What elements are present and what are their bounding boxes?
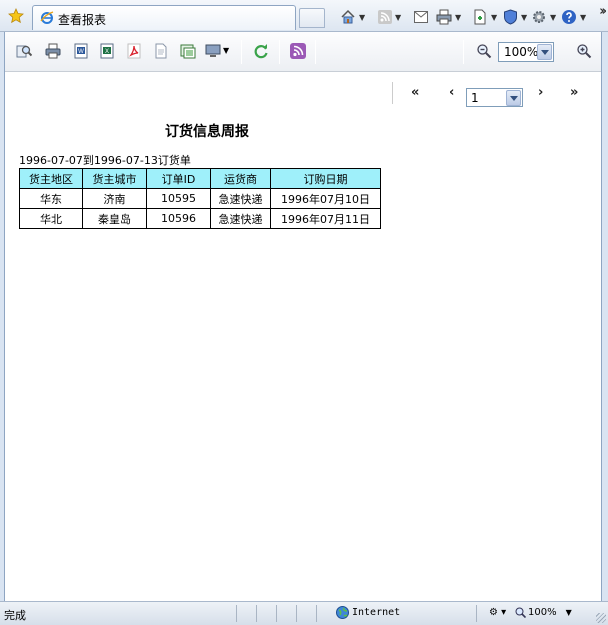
- svg-text:X: X: [105, 49, 109, 55]
- feeds-button[interactable]: ▼: [378, 8, 401, 26]
- rss-report-icon[interactable]: [290, 43, 306, 59]
- export-excel-icon[interactable]: X: [99, 43, 115, 59]
- last-page-button[interactable]: »: [570, 85, 578, 100]
- safety-menu-button[interactable]: ▼: [503, 8, 527, 26]
- new-tab-button[interactable]: [299, 8, 325, 28]
- find-icon[interactable]: [16, 43, 32, 59]
- print-report-icon[interactable]: [45, 43, 61, 59]
- zone-label: Internet: [352, 607, 401, 618]
- zoom-select-value: 100%: [504, 45, 539, 59]
- table-cell: 急速快递: [210, 188, 271, 209]
- table-cell: 华东: [19, 188, 83, 209]
- zoom-select-arrow[interactable]: [537, 44, 552, 60]
- resize-grip[interactable]: [596, 613, 606, 623]
- column-header: 货主城市: [82, 168, 147, 189]
- home-icon: [341, 9, 355, 24]
- previous-page-button[interactable]: ‹: [449, 85, 454, 100]
- refresh-icon[interactable]: [253, 43, 269, 59]
- browser-tab[interactable]: 查看报表: [32, 5, 296, 30]
- table-row: 华东 济南 10595 急速快递 1996年07月10日: [19, 188, 381, 209]
- tab-title: 查看报表: [58, 13, 107, 27]
- zoom-select[interactable]: 100%: [498, 42, 554, 62]
- home-button[interactable]: ▼: [340, 8, 365, 26]
- globe-icon: [336, 606, 349, 619]
- shield-icon: [504, 9, 517, 25]
- column-header: 订购日期: [270, 168, 381, 189]
- status-zoom-icon: [515, 607, 526, 618]
- page-select-arrow[interactable]: [506, 90, 521, 106]
- favorites-star-icon[interactable]: [8, 8, 24, 24]
- status-text: 完成: [4, 609, 26, 622]
- table-cell: 急速快递: [210, 208, 271, 229]
- report-pager: « ‹ 1 › »: [5, 72, 601, 108]
- gear-icon: [533, 11, 545, 23]
- table-cell: 济南: [82, 188, 147, 209]
- help-icon: [562, 10, 576, 24]
- status-zoom-label: 100%: [528, 607, 557, 618]
- printer-icon: [436, 9, 452, 25]
- export-image-icon[interactable]: [180, 43, 196, 59]
- column-header: 货主地区: [19, 168, 83, 189]
- status-bar: 完成 Internet ⚙ ▾ 100% ▼: [0, 601, 608, 625]
- report-date-range: 1996-07-07到1996-07-13订货单: [19, 154, 191, 167]
- status-zoom-button[interactable]: 100% ▼: [515, 607, 572, 618]
- export-menu-icon[interactable]: [205, 43, 221, 59]
- first-page-button[interactable]: «: [411, 85, 419, 100]
- table-cell: 秦皇岛: [82, 208, 147, 229]
- export-pdf-icon[interactable]: [126, 43, 142, 59]
- tools-menu-button[interactable]: ▼: [531, 8, 556, 26]
- report-title: 订货信息周报: [165, 124, 249, 140]
- table-cell: 10596: [146, 208, 211, 229]
- more-commands-chevron[interactable]: ››: [599, 4, 607, 19]
- page-icon: [474, 9, 486, 25]
- mail-icon: [414, 11, 428, 23]
- orders-table: 货主地区 货主城市 订单ID 运货商 订购日期 华东 济南 10595 急速快递…: [19, 168, 381, 229]
- page-menu-button[interactable]: ▼: [472, 8, 497, 26]
- table-header-row: 货主地区 货主城市 订单ID 运货商 订购日期: [19, 168, 381, 189]
- next-page-button[interactable]: ›: [538, 85, 543, 100]
- export-word-icon[interactable]: W: [73, 43, 89, 59]
- page-number-select[interactable]: 1: [466, 88, 523, 107]
- page-number-value: 1: [471, 91, 479, 105]
- rss-feed-icon: [378, 10, 392, 24]
- svg-text:W: W: [78, 49, 84, 55]
- table-cell: 华北: [19, 208, 83, 229]
- print-button[interactable]: ▼: [436, 8, 461, 26]
- ie-page-icon: [40, 11, 54, 24]
- browser-command-bar: 查看报表 ▼ ▼ ▼ ▼ ▼ ▼ ▼ ››: [0, 0, 608, 32]
- table-row: 华北 秦皇岛 10596 急速快递 1996年07月11日: [19, 208, 381, 229]
- zoom-out-icon[interactable]: [476, 43, 492, 59]
- table-cell: 10595: [146, 188, 211, 209]
- column-header: 订单ID: [146, 168, 211, 189]
- table-cell: 1996年07月10日: [270, 188, 381, 209]
- zoom-in-icon[interactable]: [576, 43, 592, 59]
- report-toolbar: W X ▼ 100%: [5, 32, 601, 72]
- table-cell: 1996年07月11日: [270, 208, 381, 229]
- help-menu-button[interactable]: ▼: [561, 8, 586, 26]
- protected-mode-icon[interactable]: ⚙ ▾: [489, 607, 506, 618]
- column-header: 运货商: [210, 168, 271, 189]
- report-viewer: W X ▼ 100% « ‹ 1 › » 订货信息周报 1996-07-07到1…: [4, 32, 602, 601]
- security-zone[interactable]: Internet: [336, 606, 400, 619]
- export-text-icon[interactable]: [153, 43, 169, 59]
- export-dropdown-arrow[interactable]: ▼: [223, 46, 229, 55]
- read-mail-button[interactable]: [414, 8, 428, 26]
